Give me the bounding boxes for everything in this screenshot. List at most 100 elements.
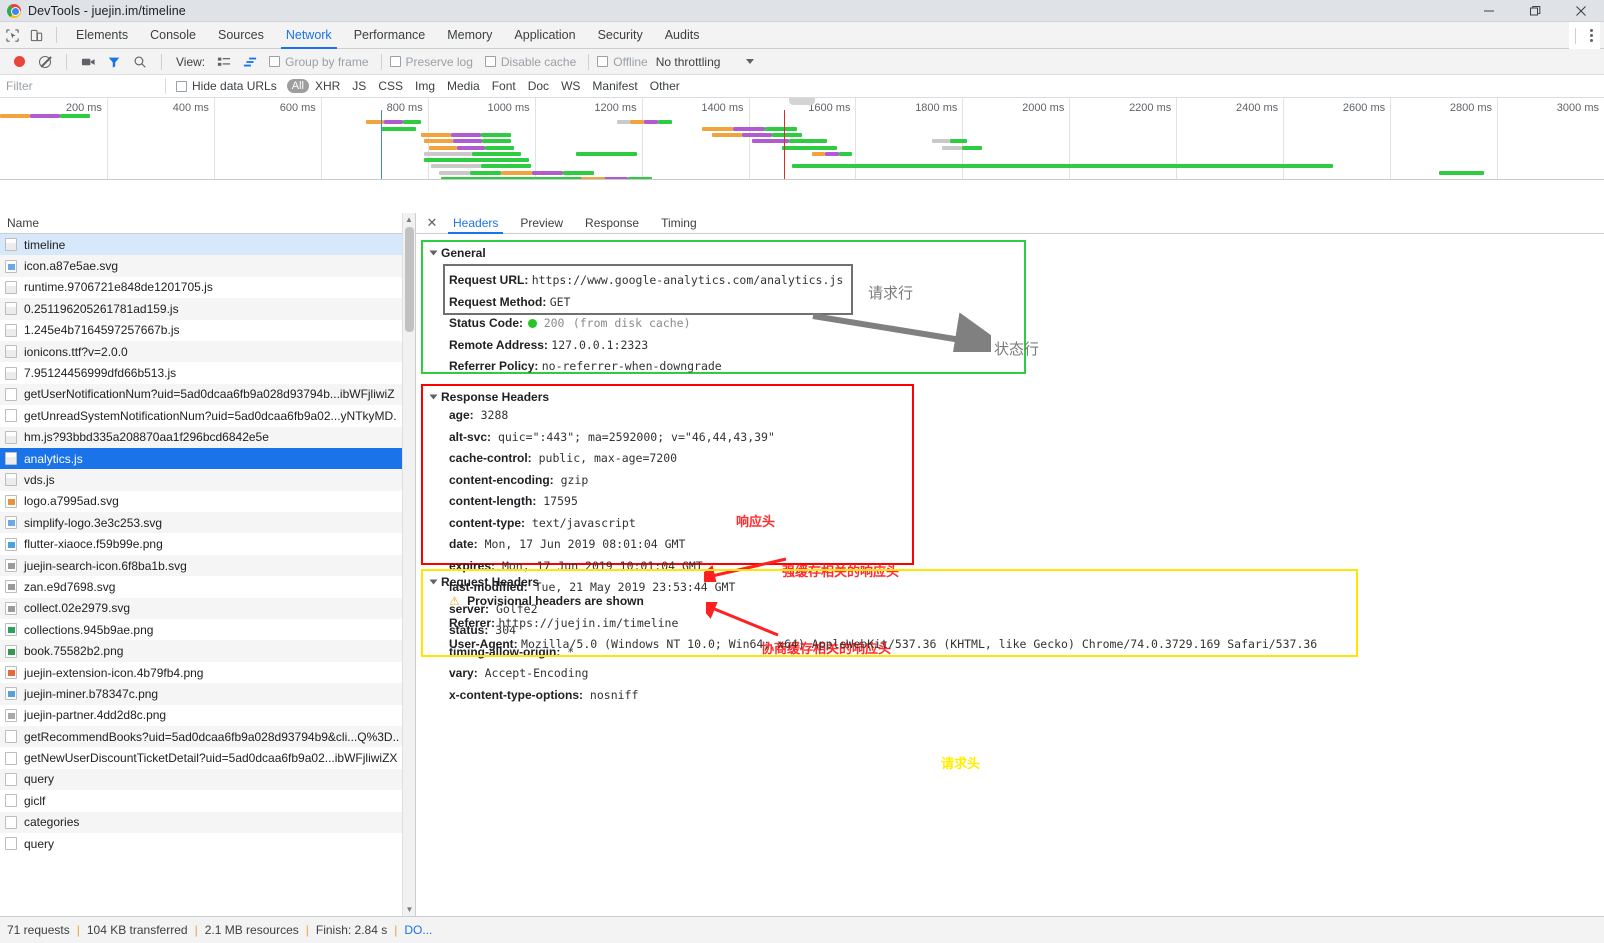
request-row[interactable]: collections.945b9ae.png — [0, 619, 415, 640]
overview-drag-handle[interactable] — [789, 98, 815, 105]
group-by-frame-checkbox[interactable]: Group by frame — [269, 55, 369, 69]
hide-data-urls-checkbox[interactable]: Hide data URLs — [176, 79, 277, 93]
image-icon — [5, 259, 17, 273]
close-button[interactable] — [1558, 0, 1604, 22]
request-row[interactable]: getUnreadSystemNotificationNum?uid=5ad0d… — [0, 405, 415, 426]
request-row[interactable]: getRecommendBooks?uid=5ad0dcaa6fb9a028d9… — [0, 725, 415, 748]
screenshot-camera-icon[interactable] — [75, 51, 101, 73]
tab-performance[interactable]: Performance — [343, 22, 437, 49]
scrollbar-thumb[interactable] — [405, 227, 414, 332]
request-row[interactable]: query — [0, 833, 415, 854]
request-row[interactable]: juejin-extension-icon.4b79fb4.png — [0, 662, 415, 683]
response-header-row: vary: Accept-Encoding — [449, 663, 912, 685]
request-row[interactable]: analytics.js — [0, 447, 415, 470]
tab-audits[interactable]: Audits — [654, 22, 711, 49]
request-name: timeline — [24, 237, 66, 252]
minimize-button[interactable] — [1466, 0, 1512, 22]
request-row[interactable]: flutter-xiaoce.f59b99e.png — [0, 533, 415, 554]
name-column-header[interactable]: Name — [0, 213, 415, 234]
tab-elements[interactable]: Elements — [65, 22, 139, 49]
request-row[interactable]: icon.a87e5ae.svg — [0, 255, 415, 277]
request-row[interactable]: vds.js — [0, 469, 415, 491]
request-row[interactable]: collect.02e2979.svg — [0, 597, 415, 620]
close-details-icon[interactable]: ✕ — [422, 215, 442, 231]
request-row[interactable]: juejin-search-icon.6f8ba1b.svg — [0, 554, 415, 577]
request-row[interactable]: simplify-logo.3e3c253.svg — [0, 512, 415, 534]
network-overview[interactable]: 200 ms 400 ms 600 ms 800 ms 1000 ms 1200 ms 14… — [0, 98, 1604, 180]
more-options-icon[interactable] — [1582, 26, 1600, 46]
ruler-gridline — [213, 98, 215, 179]
tab-network[interactable]: Network — [275, 22, 343, 49]
header-value: public, max-age=7200 — [531, 451, 678, 465]
tab-sources[interactable]: Sources — [207, 22, 275, 49]
filter-type-all[interactable]: All — [286, 79, 309, 93]
waterfall-bar — [428, 145, 457, 150]
tab-console[interactable]: Console — [139, 22, 207, 49]
preserve-log-checkbox[interactable]: Preserve log — [389, 55, 473, 69]
filter-type-media[interactable]: Media — [441, 78, 486, 94]
inspect-element-icon[interactable] — [0, 24, 24, 46]
scroll-up-icon[interactable]: ▲ — [403, 213, 415, 226]
filter-type-css[interactable]: CSS — [372, 78, 409, 94]
request-row[interactable]: hm.js?93bbd335a208870aa1f296bcd6842e5e — [0, 426, 415, 448]
response-headers-section-header[interactable]: Response Headers — [429, 390, 912, 404]
scroll-down-icon[interactable]: ▼ — [403, 903, 416, 916]
header-value: Mon, 17 Jun 2019 08:01:04 GMT — [477, 537, 686, 551]
request-name: giclf — [24, 793, 46, 808]
request-name: juejin-miner.b78347c.png — [24, 686, 159, 701]
detail-tab-timing[interactable]: Timing — [650, 213, 708, 234]
image-icon — [5, 687, 17, 701]
ruler-tick-label: 2000 ms — [1022, 102, 1065, 114]
detail-tab-preview[interactable]: Preview — [509, 213, 574, 234]
waterfall-view-icon[interactable] — [237, 51, 263, 73]
header-value: text/javascript — [525, 515, 636, 530]
maximize-button[interactable] — [1512, 0, 1558, 22]
filter-type-doc[interactable]: Doc — [522, 78, 555, 94]
waterfall-bar — [472, 151, 522, 156]
clear-button[interactable] — [32, 51, 58, 73]
request-row[interactable]: juejin-partner.4dd2d8c.png — [0, 705, 415, 726]
offline-checkbox[interactable]: Offline — [597, 55, 648, 69]
request-row[interactable]: timeline — [0, 234, 415, 256]
list-view-icon[interactable] — [211, 51, 237, 73]
filter-type-manifest[interactable]: Manifest — [586, 78, 643, 94]
filter-type-ws[interactable]: WS — [555, 78, 586, 94]
filter-type-xhr[interactable]: XHR — [309, 78, 346, 94]
request-row[interactable]: query — [0, 768, 415, 791]
throttling-select[interactable]: No throttling — [656, 55, 755, 69]
filter-funnel-icon[interactable] — [101, 51, 127, 73]
requests-scrollbar[interactable]: ▲ ▼ — [402, 213, 415, 916]
request-row[interactable]: ionicons.ttf?v=2.0.0 — [0, 340, 415, 363]
search-icon[interactable] — [127, 51, 153, 73]
filter-type-img[interactable]: Img — [409, 78, 441, 94]
detail-tab-headers[interactable]: Headers — [442, 213, 509, 234]
general-section-header[interactable]: General — [429, 246, 1024, 260]
requests-list[interactable]: timeline icon.a87e5ae.svg runtime.9706721e… — [0, 234, 415, 916]
user-agent-value: Mozilla/5.0 (Windows NT 10.0; Win64; x64… — [521, 637, 1318, 651]
disable-cache-checkbox[interactable]: Disable cache — [484, 55, 576, 69]
filter-type-js[interactable]: JS — [346, 78, 372, 94]
request-row[interactable]: zan.e9d7698.svg — [0, 576, 415, 597]
request-row[interactable]: getUserNotificationNum?uid=5ad0dcaa6fb9a… — [0, 383, 415, 406]
request-row[interactable]: 0.251196205261781ad159.js — [0, 298, 415, 320]
request-row[interactable]: book.75582b2.png — [0, 640, 415, 662]
request-headers-section-header[interactable]: Request Headers — [429, 575, 1356, 589]
record-button[interactable] — [6, 51, 32, 73]
request-row[interactable]: 1.245e4b7164597257667b.js — [0, 320, 415, 341]
request-row[interactable]: logo.a7995ad.svg — [0, 491, 415, 512]
filter-type-font[interactable]: Font — [486, 78, 522, 94]
status-domcontentloaded[interactable]: DO... — [404, 923, 432, 937]
request-row[interactable]: juejin-miner.b78347c.png — [0, 683, 415, 705]
filter-type-other[interactable]: Other — [644, 78, 686, 94]
request-row[interactable]: getNewUserDiscountTicketDetail?uid=5ad0d… — [0, 747, 415, 768]
request-row[interactable]: giclf — [0, 790, 415, 811]
request-row[interactable]: runtime.9706721e848de1201705.js — [0, 277, 415, 298]
request-row[interactable]: categories — [0, 811, 415, 833]
filter-input[interactable] — [0, 75, 165, 97]
tab-security[interactable]: Security — [587, 22, 654, 49]
request-row[interactable]: 7.95124456999dfd66b513.js — [0, 362, 415, 383]
detail-tab-response[interactable]: Response — [574, 213, 650, 234]
tab-application[interactable]: Application — [503, 22, 586, 49]
tab-memory[interactable]: Memory — [436, 22, 503, 49]
device-toolbar-icon[interactable] — [24, 24, 48, 46]
